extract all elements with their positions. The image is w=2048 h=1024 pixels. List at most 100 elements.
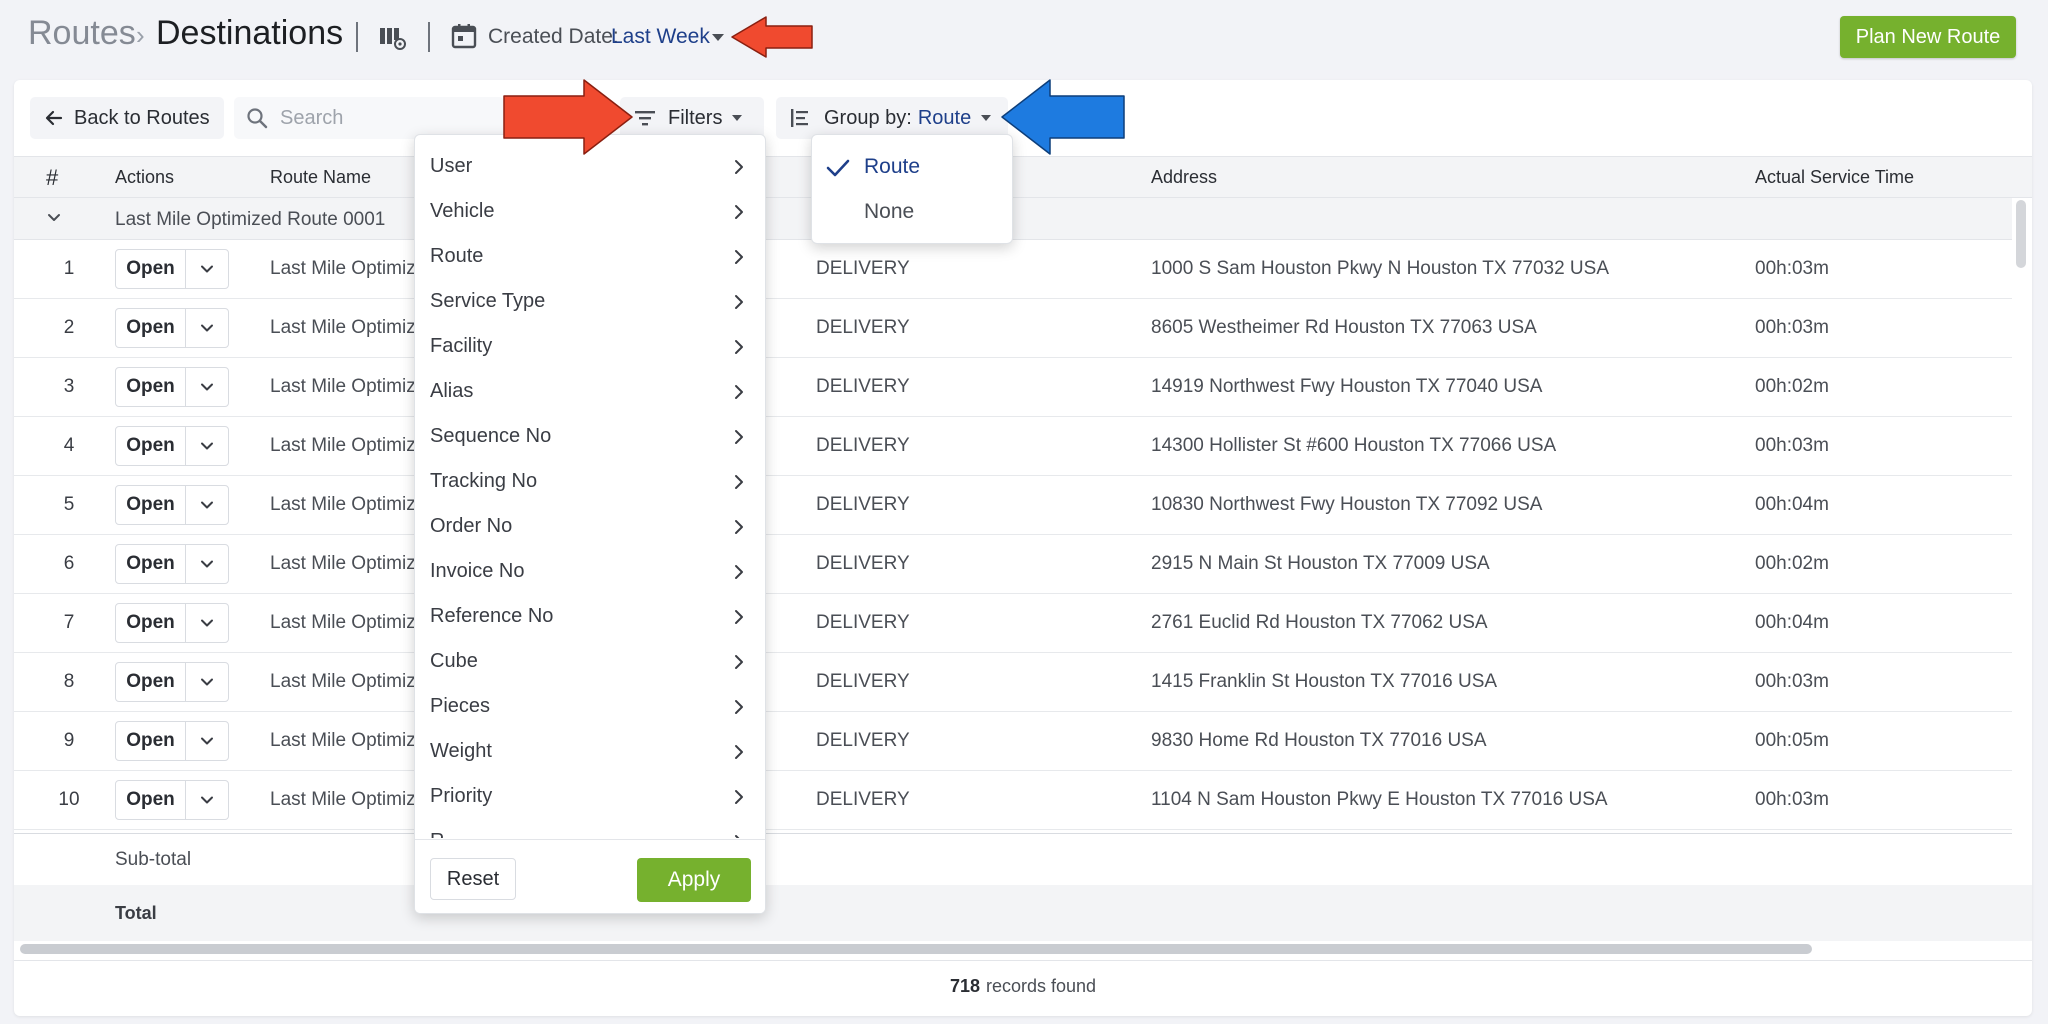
filter-menu-item[interactable]: Priority: [415, 775, 765, 820]
created-date-label: Created Date:: [488, 25, 619, 48]
filter-menu-item[interactable]: Order No: [415, 505, 765, 550]
calendar-icon: [451, 24, 477, 49]
actions-dropdown-toggle[interactable]: [186, 604, 228, 642]
table-row[interactable]: 6 Open Last Mile Optimized Route 0001 DELIV…: [14, 535, 2012, 594]
caret-down-icon[interactable]: [712, 34, 724, 41]
row-actions: Open: [115, 249, 229, 289]
actions-dropdown-toggle[interactable]: [186, 545, 228, 583]
chevron-right-icon: [735, 745, 743, 759]
filter-menu-item-label: Reference No: [430, 605, 554, 627]
open-button[interactable]: Open: [116, 427, 186, 465]
actions-dropdown-toggle[interactable]: [186, 427, 228, 465]
table-row[interactable]: 1 Open Last Mile Optimized Route 0001 DELIV…: [14, 240, 2012, 299]
address-cell: 14300 Hollister St #600 Houston TX 77066…: [1151, 435, 1557, 456]
address-cell: 9830 Home Rd Houston TX 77016 USA: [1151, 730, 1487, 751]
search-icon: [247, 108, 268, 129]
column-header-actual-service-time[interactable]: Actual Service Time: [1755, 167, 1914, 188]
open-button[interactable]: Open: [116, 663, 186, 701]
search-box[interactable]: [234, 97, 504, 139]
reset-button[interactable]: Reset: [430, 858, 516, 900]
group-by-option-none[interactable]: None: [812, 190, 1014, 234]
address-cell: 1104 N Sam Houston Pkwy E Houston TX 770…: [1151, 789, 1608, 810]
filter-menu-item[interactable]: Facility: [415, 325, 765, 370]
back-to-routes-button[interactable]: Back to Routes: [30, 97, 224, 139]
open-button[interactable]: Open: [116, 722, 186, 760]
filter-menu-item-label: R: [430, 830, 444, 838]
breadcrumb-routes[interactable]: Routes: [28, 14, 136, 53]
search-input[interactable]: [280, 106, 480, 130]
filter-menu-item[interactable]: Vehicle: [415, 190, 765, 235]
chevron-right-icon: [735, 790, 743, 804]
filter-menu-item[interactable]: Sequence No: [415, 415, 765, 460]
apply-button[interactable]: Apply: [637, 858, 751, 902]
table-row[interactable]: 2 Open Last Mile Optimized Route 0001 DELIV…: [14, 299, 2012, 358]
open-button[interactable]: Open: [116, 781, 186, 819]
column-header-index[interactable]: #: [46, 165, 58, 191]
row-actions: Open: [115, 485, 229, 525]
open-button[interactable]: Open: [116, 604, 186, 642]
actions-dropdown-toggle[interactable]: [186, 781, 228, 819]
created-date-value[interactable]: Last Week: [611, 25, 710, 49]
column-header-route-name[interactable]: Route Name: [270, 167, 371, 188]
row-index: 4: [63, 435, 75, 456]
service-time-cell: 00h:03m: [1755, 671, 1829, 692]
table-row[interactable]: 10 Open Last Mile Optimized Route 0001 DELI…: [14, 771, 2012, 830]
vertical-scrollbar[interactable]: [2016, 200, 2026, 268]
caret-down-icon: [981, 115, 992, 121]
actions-dropdown-toggle[interactable]: [186, 722, 228, 760]
table-row[interactable]: 7 Open Last Mile Optimized Route 0001 DELIV…: [14, 594, 2012, 653]
filter-menu-item[interactable]: Reference No: [415, 595, 765, 640]
chevron-down-icon: [201, 796, 213, 804]
actions-dropdown-toggle[interactable]: [186, 368, 228, 406]
chevron-right-icon: [735, 295, 743, 309]
group-by-value: Route: [917, 106, 972, 129]
row-index: 1: [63, 258, 75, 279]
table-row[interactable]: 3 Open Last Mile Optimized Route 0001 DELIV…: [14, 358, 2012, 417]
filter-menu-item[interactable]: Weight: [415, 730, 765, 775]
row-index: 2: [63, 317, 75, 338]
row-index: 6: [63, 553, 75, 574]
filter-menu-item[interactable]: Route: [415, 235, 765, 280]
caret-down-icon: [732, 115, 743, 121]
filter-menu-item[interactable]: Pieces: [415, 685, 765, 730]
actions-dropdown-toggle[interactable]: [186, 309, 228, 347]
horizontal-scrollbar[interactable]: [20, 944, 1812, 954]
filter-menu-item[interactable]: Service Type: [415, 280, 765, 325]
open-button[interactable]: Open: [116, 486, 186, 524]
row-index: 5: [63, 494, 75, 515]
chevron-down-icon: [201, 324, 213, 332]
actions-dropdown-toggle[interactable]: [186, 663, 228, 701]
subtotal-label: Sub-total: [115, 849, 192, 870]
actions-dropdown-toggle[interactable]: [186, 250, 228, 288]
chevron-down-icon[interactable]: [46, 210, 62, 226]
route-group-title: Last Mile Optimized Route 0001: [115, 209, 386, 230]
records-suffix: records found: [985, 976, 1097, 996]
table-row[interactable]: 5 Open Last Mile Optimized Route 0001 DELIV…: [14, 476, 2012, 535]
filter-menu-item[interactable]: R: [415, 820, 765, 838]
open-button[interactable]: Open: [116, 545, 186, 583]
open-button[interactable]: Open: [116, 368, 186, 406]
group-by-option-route[interactable]: Route: [812, 145, 1014, 189]
header-divider: [356, 22, 358, 52]
table-row[interactable]: 4 Open Last Mile Optimized Route 0001 DELIV…: [14, 417, 2012, 476]
table-row[interactable]: 8 Open Last Mile Optimized Route 0001 DELIV…: [14, 653, 2012, 712]
chevron-right-icon: [735, 385, 743, 399]
columns-settings-icon[interactable]: [378, 24, 408, 52]
group-by-button[interactable]: Group by: Route: [776, 97, 1008, 139]
filter-menu-item[interactable]: Tracking No: [415, 460, 765, 505]
column-header-address[interactable]: Address: [1151, 167, 1217, 188]
filter-menu-item[interactable]: Alias: [415, 370, 765, 415]
plan-new-route-button[interactable]: Plan New Route: [1840, 16, 2016, 58]
open-button[interactable]: Open: [116, 309, 186, 347]
open-button[interactable]: Open: [116, 250, 186, 288]
filters-button[interactable]: Filters: [620, 97, 764, 139]
service-time-cell: 00h:04m: [1755, 612, 1829, 633]
route-name-cell: Last Mile Optimized Route 0001: [270, 789, 428, 810]
group-by-option-label: None: [864, 200, 915, 223]
filter-menu-item[interactable]: Invoice No: [415, 550, 765, 595]
table-row[interactable]: 9 Open Last Mile Optimized Route 0001 DELIV…: [14, 712, 2012, 771]
filter-menu-item[interactable]: Cube: [415, 640, 765, 685]
chevron-right-icon: [735, 475, 743, 489]
actions-dropdown-toggle[interactable]: [186, 486, 228, 524]
records-count: 718: [949, 976, 980, 996]
